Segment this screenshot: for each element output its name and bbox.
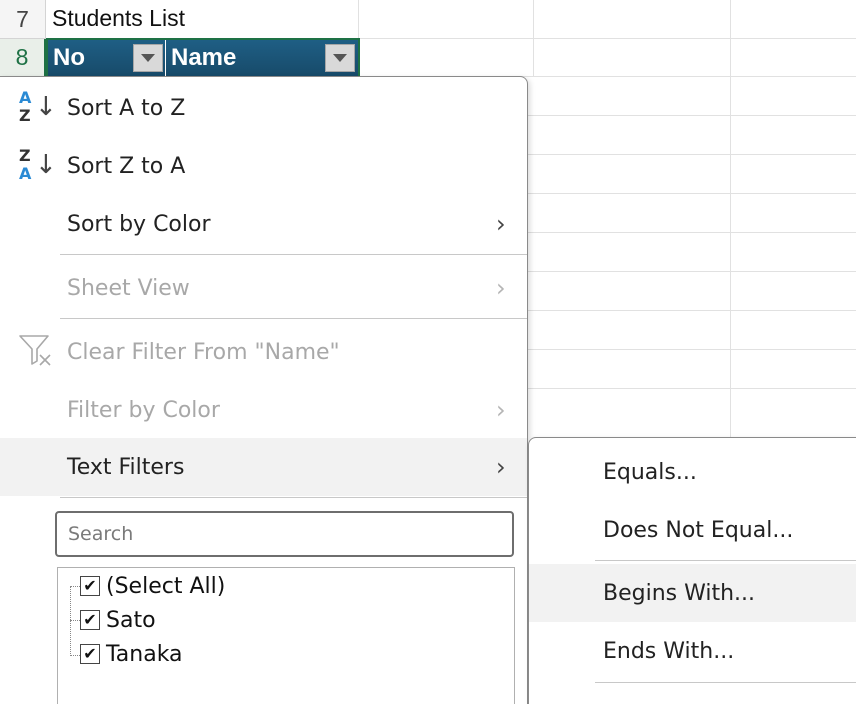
tree-line bbox=[70, 655, 80, 656]
menu-separator bbox=[60, 497, 527, 498]
grid-cell[interactable] bbox=[528, 350, 731, 389]
menu-separator bbox=[595, 682, 856, 683]
grid-cell[interactable] bbox=[528, 77, 731, 116]
list-item-label: Tanaka bbox=[106, 641, 183, 667]
menu-separator bbox=[60, 318, 527, 319]
tree-line bbox=[70, 586, 71, 656]
row-header-8[interactable]: 8 bbox=[0, 39, 46, 77]
autofilter-menu: A Z ↓ Sort A to Z Z A ↓ Sort Z to A Sort… bbox=[0, 76, 528, 704]
list-item-label: (Select All) bbox=[106, 573, 226, 599]
sort-ascending-icon: A Z ↓ bbox=[17, 86, 57, 130]
grid-cell[interactable] bbox=[731, 155, 856, 194]
list-item-sato[interactable]: ✔ Sato bbox=[80, 605, 156, 635]
list-item-select-all[interactable]: ✔ (Select All) bbox=[80, 571, 225, 601]
submenu-item-label: Begins With... bbox=[603, 580, 756, 606]
menu-item-filter-by-color[interactable]: Filter by Color › bbox=[0, 381, 527, 439]
grid-cell[interactable] bbox=[731, 233, 856, 272]
chevron-right-icon: › bbox=[496, 453, 506, 481]
submenu-item-does-not-equal[interactable]: Does Not Equal... bbox=[529, 501, 856, 559]
grid-cell[interactable] bbox=[528, 389, 731, 437]
menu-item-label: Sort A to Z bbox=[67, 95, 186, 121]
clear-filter-icon bbox=[19, 335, 51, 366]
header-label: No bbox=[53, 44, 85, 71]
list-item-tanaka[interactable]: ✔ Tanaka bbox=[80, 639, 183, 669]
grid-cell[interactable] bbox=[731, 311, 856, 350]
sort-icon-letter: A bbox=[19, 88, 32, 107]
grid-cell[interactable] bbox=[534, 39, 731, 77]
submenu-item-ends-with[interactable]: Ends With... bbox=[529, 622, 856, 680]
submenu-item-label: Ends With... bbox=[603, 638, 735, 664]
down-arrow-icon: ↓ bbox=[35, 92, 57, 122]
grid-cell[interactable] bbox=[528, 233, 731, 272]
grid-cell[interactable] bbox=[528, 311, 731, 350]
menu-item-sort-by-color[interactable]: Sort by Color › bbox=[0, 195, 527, 253]
search-input[interactable] bbox=[55, 511, 514, 557]
checkbox-checked-icon[interactable]: ✔ bbox=[80, 610, 100, 630]
menu-item-label: Filter by Color bbox=[67, 397, 220, 423]
menu-item-sheet-view[interactable]: Sheet View › bbox=[0, 259, 527, 317]
submenu-item-begins-with[interactable]: Begins With... bbox=[529, 564, 856, 622]
grid-cell[interactable] bbox=[359, 39, 534, 77]
filter-values-list: ✔ (Select All) ✔ Sato ✔ Tanaka bbox=[57, 567, 515, 704]
cell-c7[interactable] bbox=[359, 0, 534, 39]
menu-item-sort-a-to-z[interactable]: A Z ↓ Sort A to Z bbox=[0, 79, 527, 137]
grid-cell[interactable] bbox=[528, 116, 731, 155]
grid-cell[interactable] bbox=[731, 272, 856, 311]
grid-cell[interactable] bbox=[731, 389, 856, 437]
menu-item-label: Sheet View bbox=[67, 275, 190, 301]
sort-descending-icon: Z A ↓ bbox=[17, 144, 57, 188]
cell-d7[interactable] bbox=[534, 0, 731, 39]
chevron-right-icon: › bbox=[496, 274, 506, 302]
dropdown-arrow-icon bbox=[333, 54, 347, 62]
cell-b7[interactable] bbox=[46, 0, 359, 39]
menu-item-label: Sort by Color bbox=[67, 211, 211, 237]
chevron-right-icon: › bbox=[496, 210, 506, 238]
grid-cell[interactable] bbox=[528, 272, 731, 311]
row-number: 8 bbox=[15, 44, 29, 70]
menu-item-label: Clear Filter From "Name" bbox=[67, 339, 340, 365]
grid-cell[interactable] bbox=[731, 350, 856, 389]
grid-cell[interactable] bbox=[731, 39, 856, 77]
grid-cell[interactable] bbox=[731, 77, 856, 116]
checkbox-checked-icon[interactable]: ✔ bbox=[80, 644, 100, 664]
sort-icon-letter: Z bbox=[19, 106, 31, 125]
grid-cell[interactable] bbox=[731, 116, 856, 155]
filter-dropdown-no-button[interactable] bbox=[133, 44, 163, 72]
tree-line bbox=[70, 586, 80, 587]
submenu-item-equals[interactable]: Equals... bbox=[529, 443, 856, 501]
checkbox-checked-icon[interactable]: ✔ bbox=[80, 576, 100, 596]
menu-item-label: Sort Z to A bbox=[67, 153, 186, 179]
row-header-7[interactable]: 7 bbox=[0, 0, 46, 39]
menu-item-clear-filter[interactable]: Clear Filter From "Name" bbox=[0, 323, 527, 381]
menu-item-sort-z-to-a[interactable]: Z A ↓ Sort Z to A bbox=[0, 137, 527, 195]
menu-item-label: Text Filters bbox=[67, 454, 185, 480]
menu-item-text-filters[interactable]: Text Filters › bbox=[0, 438, 527, 496]
grid-cell[interactable] bbox=[528, 194, 731, 233]
submenu-item-label: Equals... bbox=[603, 459, 697, 485]
sort-icon-letter: A bbox=[19, 164, 32, 183]
header-label: Name bbox=[171, 44, 237, 71]
submenu-item-label: Does Not Equal... bbox=[603, 517, 794, 543]
list-item-label: Sato bbox=[106, 607, 156, 633]
row-number: 7 bbox=[16, 5, 29, 32]
menu-separator bbox=[595, 560, 856, 561]
text-filters-submenu: Equals... Does Not Equal... Begins With.… bbox=[528, 437, 856, 704]
dropdown-arrow-icon bbox=[141, 54, 155, 62]
cell-e7[interactable] bbox=[731, 0, 856, 39]
sort-icon-letter: Z bbox=[19, 146, 31, 165]
filter-dropdown-name-button[interactable] bbox=[325, 44, 355, 72]
tree-line bbox=[70, 620, 80, 621]
down-arrow-icon: ↓ bbox=[35, 150, 57, 180]
chevron-right-icon: › bbox=[496, 396, 506, 424]
menu-separator bbox=[60, 254, 527, 255]
grid-cell[interactable] bbox=[528, 155, 731, 194]
grid-cell[interactable] bbox=[731, 194, 856, 233]
